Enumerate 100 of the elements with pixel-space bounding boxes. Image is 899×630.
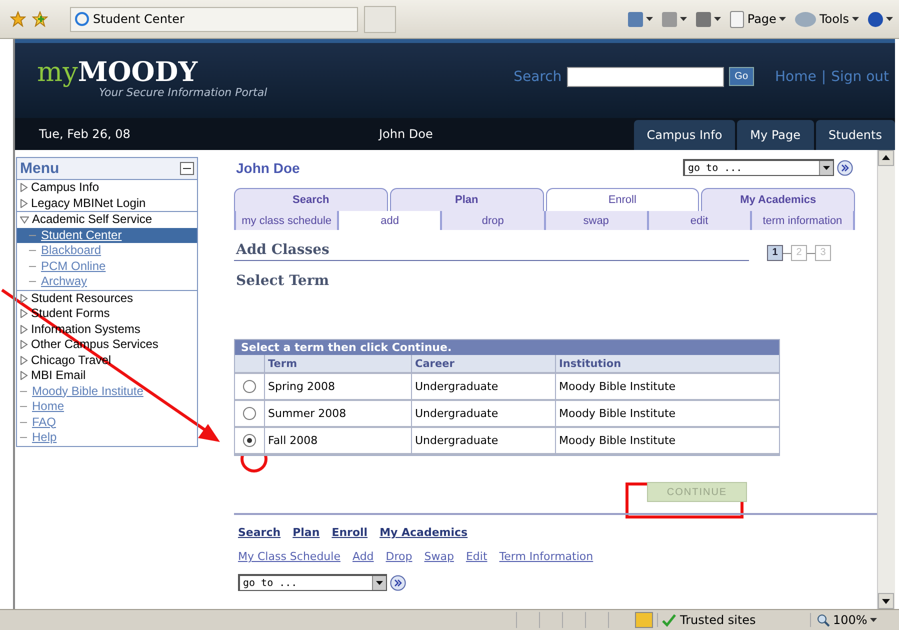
home-button[interactable]	[628, 12, 654, 26]
table-cell: Undergraduate	[412, 428, 556, 455]
menu-link[interactable]: Archway	[17, 274, 197, 290]
tools-menu-button[interactable]: Tools	[795, 12, 859, 26]
sub-tab[interactable]: drop	[440, 211, 544, 230]
go-to-dropdown[interactable]: go to ...	[238, 574, 387, 591]
print-button[interactable]	[696, 12, 722, 26]
table-cell: Spring 2008	[265, 374, 412, 401]
footer-link[interactable]: Plan	[292, 526, 320, 539]
footer-link[interactable]: Search	[238, 526, 281, 539]
table-cell: Moody Bible Institute	[556, 401, 779, 428]
menu-folder[interactable]: Campus Info	[17, 180, 197, 196]
enrollment-tab[interactable]: Search	[234, 188, 388, 211]
page-heading: Add Classes	[234, 240, 749, 261]
footer-link[interactable]: Term Information	[499, 550, 594, 563]
portal-logo: myMOODY	[37, 58, 199, 86]
radio-button[interactable]	[243, 380, 256, 393]
table-caption: Select a term then click Continue.	[235, 340, 779, 355]
sub-tab[interactable]: term information	[750, 211, 856, 230]
sign-out-link[interactable]: Sign out	[831, 68, 889, 84]
footer-link[interactable]: Drop	[386, 550, 412, 563]
caret-icon	[886, 17, 893, 21]
footer-link[interactable]: My Class Schedule	[238, 550, 340, 563]
enrollment-tab[interactable]: Enroll	[546, 188, 700, 211]
help-button[interactable]	[868, 12, 893, 26]
link-separator: |	[821, 68, 826, 84]
student-name: John Doe	[236, 160, 300, 176]
caret-icon	[714, 17, 722, 21]
sub-tab[interactable]: edit	[646, 211, 750, 230]
dropdown-arrow-icon	[376, 581, 383, 585]
zoom-control[interactable]: 100%	[810, 613, 899, 627]
caret-icon	[870, 618, 878, 622]
user-name: John Doe	[379, 127, 434, 143]
menu-link[interactable]: Moody Bible Institute	[17, 384, 197, 399]
table-cell: Undergraduate	[412, 401, 556, 428]
footer-link[interactable]: Add	[352, 550, 374, 563]
caret-icon	[646, 17, 654, 21]
table-cell: Undergraduate	[412, 374, 556, 401]
search-label: Search	[514, 68, 562, 84]
browser-logo-icon	[75, 12, 89, 26]
search-field[interactable]	[566, 66, 724, 86]
portal-tab[interactable]: Campus Info	[634, 120, 736, 150]
menu-link[interactable]: Student Center	[17, 228, 197, 243]
step-indicator: 1	[767, 245, 783, 261]
menu-link[interactable]: Home	[17, 399, 197, 414]
menu-folder[interactable]: Legacy MBINet Login	[17, 196, 197, 211]
page-menu-button[interactable]: Page	[730, 10, 786, 28]
footer-link[interactable]: Edit	[466, 550, 488, 563]
go-button[interactable]: Go	[728, 67, 754, 86]
menu-folder[interactable]: MBI Email	[17, 368, 197, 384]
page-icon	[730, 10, 744, 28]
caret-icon	[680, 17, 688, 21]
portal-tagline: Your Secure Information Portal	[98, 86, 268, 98]
section-heading: Select Term	[236, 273, 330, 289]
menu-link[interactable]: FAQ	[17, 414, 197, 430]
caret-icon	[779, 17, 786, 21]
go-to-dropdown[interactable]: go to ...	[683, 159, 834, 176]
star-icon[interactable]	[10, 11, 26, 27]
home-link[interactable]: Home	[775, 68, 816, 84]
radio-button[interactable]	[243, 407, 256, 420]
menu-link[interactable]: PCM Online	[17, 258, 197, 274]
magnifier-icon	[817, 614, 830, 626]
collapse-icon[interactable]	[180, 162, 194, 175]
table-cell: Summer 2008	[265, 401, 412, 428]
radio-button[interactable]	[243, 434, 256, 447]
checkmark-icon	[662, 614, 676, 626]
menu-link[interactable]: Help	[17, 430, 197, 446]
menu-link[interactable]: Blackboard	[17, 243, 197, 258]
triangle-down-icon	[20, 216, 29, 224]
column-header: Term	[265, 355, 412, 374]
table-cell: Fall 2008	[265, 428, 412, 455]
star-plus-icon[interactable]	[32, 11, 48, 27]
enrollment-tab[interactable]: My Academics	[701, 188, 855, 211]
enrollment-tab[interactable]: Plan	[390, 188, 544, 211]
footer-link[interactable]: Enroll	[332, 526, 368, 539]
security-zone: Trusted sites	[680, 613, 756, 627]
double-arrow-button[interactable]	[837, 160, 853, 176]
table-cell: Moody Bible Institute	[556, 374, 779, 401]
scroll-up-button[interactable]	[878, 150, 894, 166]
caret-icon	[852, 17, 859, 21]
portal-tab[interactable]: Students	[816, 120, 895, 150]
current-date: Tue, Feb 26, 08	[38, 127, 132, 143]
sub-tab[interactable]: swap	[544, 211, 647, 230]
menu-folder[interactable]: Student Resources	[17, 290, 197, 306]
scrollbar[interactable]	[877, 150, 895, 609]
sub-tab[interactable]: my class schedule	[234, 211, 338, 230]
double-arrow-button[interactable]	[390, 574, 406, 590]
feed-button[interactable]	[662, 12, 688, 26]
scroll-down-button[interactable]	[878, 593, 894, 609]
dropdown-arrow-icon	[823, 166, 830, 170]
browser-tab[interactable]: Student Center	[70, 6, 358, 32]
footer-link[interactable]: Swap	[424, 550, 454, 563]
column-header: Institution	[556, 355, 779, 374]
portal-tab[interactable]: My Page	[737, 120, 814, 150]
step-indicator: 3	[815, 245, 831, 261]
footer-link[interactable]: My Academics	[380, 526, 468, 539]
table-cell: Moody Bible Institute	[556, 428, 779, 455]
column-header: Career	[412, 355, 556, 374]
menu-title: Menu	[20, 160, 60, 177]
step-indicator: 2	[791, 245, 807, 261]
